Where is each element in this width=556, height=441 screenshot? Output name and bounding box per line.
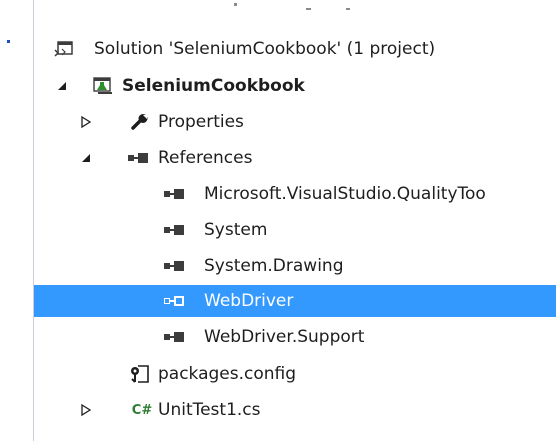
expanded-triangle-icon[interactable]: [56, 80, 68, 92]
properties-label: Properties: [158, 112, 244, 132]
tree-item-reference[interactable]: System.Drawing: [34, 250, 556, 282]
references-icon: [125, 151, 151, 165]
reference-icon: [161, 187, 187, 201]
config-file-icon: [129, 364, 151, 384]
project-label: SeleniumCookbook: [122, 76, 305, 96]
packages-config-label: packages.config: [158, 364, 297, 384]
reference-icon: [161, 259, 187, 273]
expanded-triangle-icon[interactable]: [80, 152, 92, 164]
csharp-file-icon: C#: [131, 402, 153, 418]
reference-icon: [161, 294, 187, 308]
solution-explorer-tree: Solution 'SeleniumCookbook' (1 project) …: [34, 0, 556, 441]
collapsed-triangle-icon[interactable]: [80, 404, 92, 416]
tree-item-unittest[interactable]: C# UnitTest1.cs: [34, 394, 556, 426]
reference-label: Microsoft.VisualStudio.QualityToo: [204, 184, 486, 204]
test-project-icon: [92, 77, 114, 95]
solution-label: Solution 'SeleniumCookbook' (1 project): [94, 39, 436, 59]
wrench-icon: [131, 113, 149, 131]
solution-icon: [54, 41, 74, 57]
reference-label: System: [204, 220, 268, 240]
tree-item-reference-selected[interactable]: WebDriver: [34, 285, 556, 317]
gutter-marker: [7, 40, 10, 43]
reference-icon: [161, 330, 187, 344]
reference-label: WebDriver: [204, 291, 294, 311]
references-label: References: [158, 148, 253, 168]
tree-item-properties[interactable]: Properties: [34, 106, 556, 138]
tree-item-solution[interactable]: Solution 'SeleniumCookbook' (1 project): [34, 33, 556, 65]
editor-gutter: [0, 0, 32, 441]
collapsed-triangle-icon[interactable]: [80, 116, 92, 128]
reference-label: WebDriver.Support: [204, 327, 365, 347]
reference-label: System.Drawing: [204, 256, 344, 276]
tree-item-reference[interactable]: WebDriver.Support: [34, 321, 556, 353]
reference-icon: [161, 223, 187, 237]
tree-item-project[interactable]: SeleniumCookbook: [34, 70, 556, 102]
tree-item-reference[interactable]: Microsoft.VisualStudio.QualityToo: [34, 178, 556, 210]
unittest-label: UnitTest1.cs: [158, 400, 261, 420]
tree-item-reference[interactable]: System: [34, 214, 556, 246]
tree-item-packages-config[interactable]: packages.config: [34, 358, 556, 390]
tree-item-references[interactable]: References: [34, 142, 556, 174]
